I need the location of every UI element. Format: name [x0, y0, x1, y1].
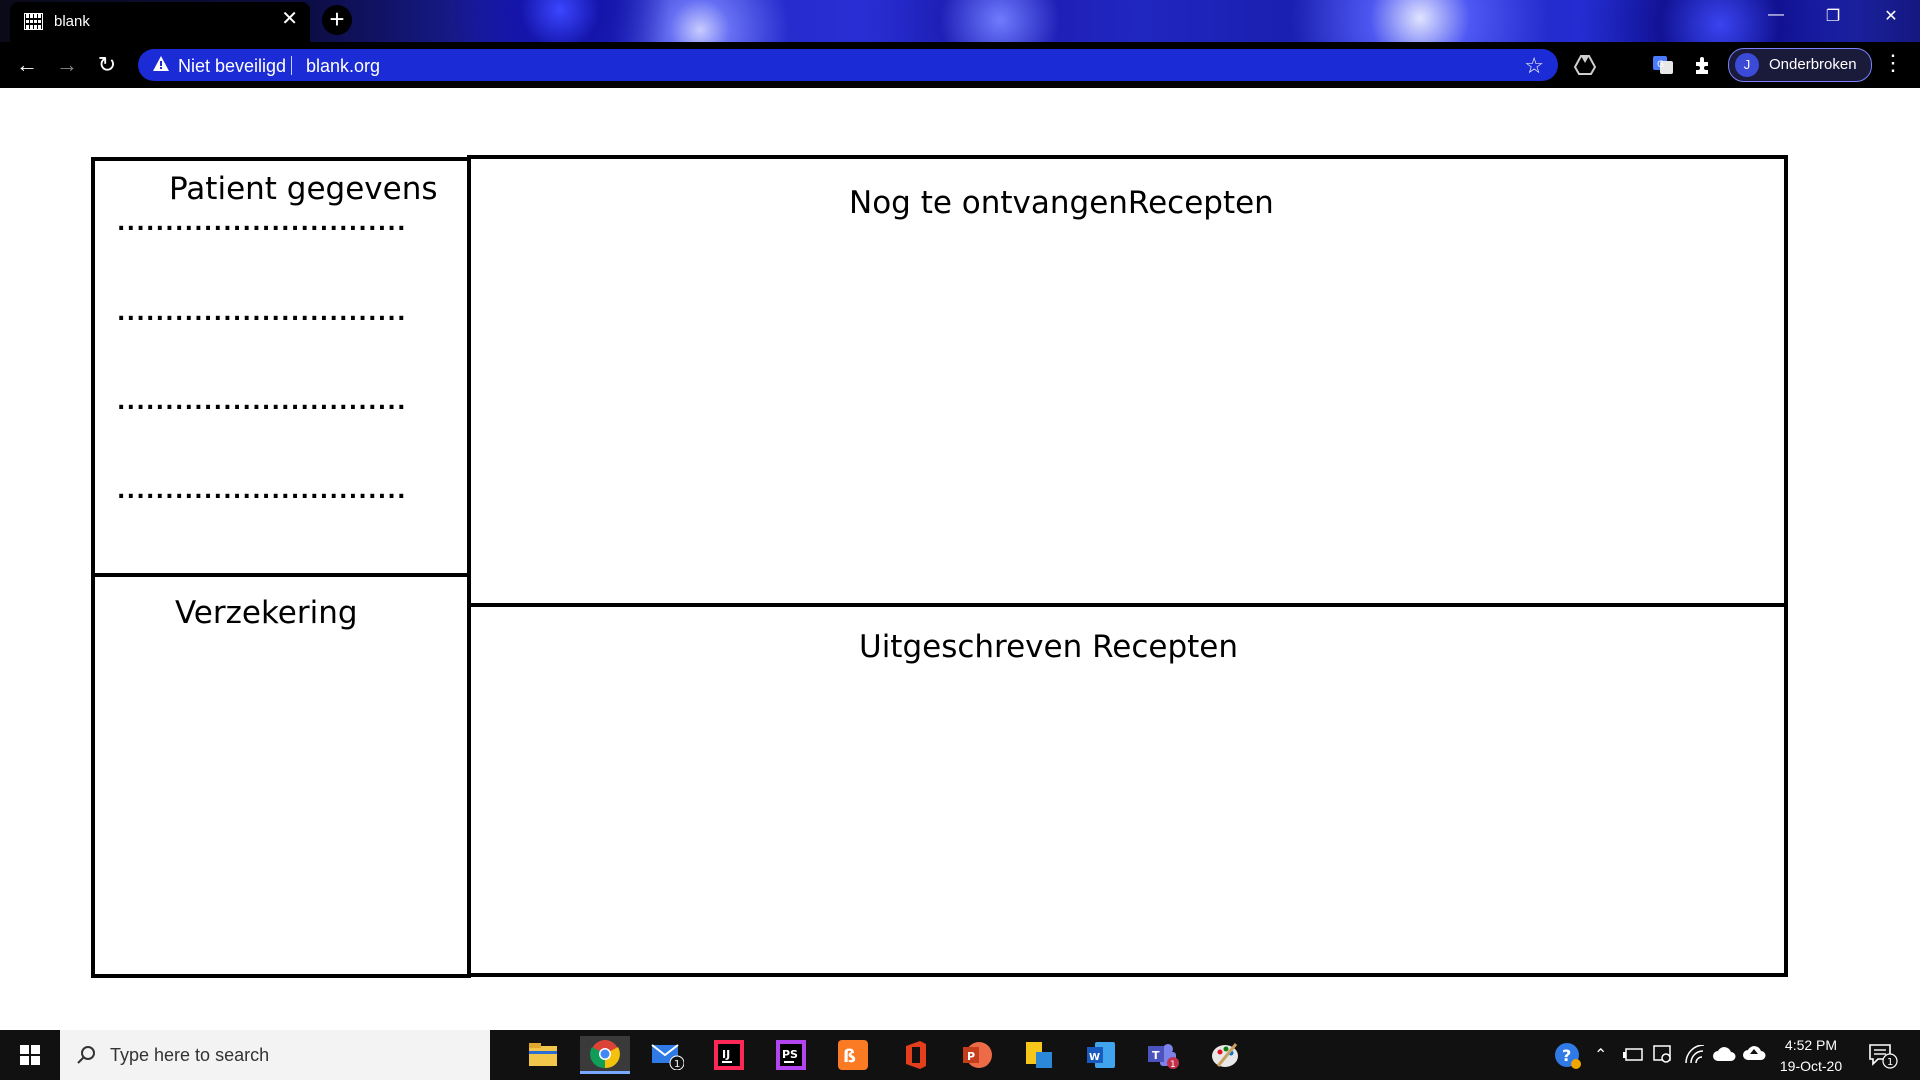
- pending-prescriptions-title: Nog te ontvangenRecepten: [849, 185, 1274, 221]
- avatar: J: [1735, 53, 1759, 77]
- browser-tab[interactable]: blank ✕: [10, 2, 310, 42]
- svg-text:T: T: [1152, 1049, 1160, 1062]
- tab-strip: blank ✕ + — ❐ ✕: [0, 0, 1920, 42]
- address-bar[interactable]: Niet beveiligd blank.org ☆: [138, 49, 1558, 81]
- security-status[interactable]: Niet beveiligd: [178, 56, 286, 77]
- windows-start-icon[interactable]: [20, 1045, 40, 1065]
- notification-count: 1: [1887, 1057, 1893, 1068]
- show-hidden-icons-icon[interactable]: ⌃: [1594, 1045, 1607, 1065]
- google-drive-icon[interactable]: [1573, 53, 1597, 77]
- windows-taskbar: Type here to search 1 IJ PS ß P W T1 ? ⌃: [0, 1030, 1920, 1080]
- warning-triangle-icon[interactable]: [152, 55, 170, 73]
- bookmark-star-icon[interactable]: ☆: [1524, 53, 1544, 79]
- browser-toolbar: ← → ↻ Niet beveiligd blank.org ☆ G J Ond…: [0, 42, 1920, 88]
- patient-field-line-1: ..............................: [117, 211, 407, 236]
- sticky-files-icon[interactable]: [1014, 1036, 1064, 1074]
- written-prescriptions-panel: Uitgeschreven Recepten: [467, 603, 1788, 977]
- svg-text:G: G: [1657, 60, 1664, 70]
- chrome-icon[interactable]: [580, 1036, 630, 1074]
- patient-field-line-2: ..............................: [117, 301, 407, 326]
- profile-status: Onderbroken: [1769, 56, 1857, 73]
- svg-text:ß: ß: [843, 1046, 856, 1067]
- new-tab-button[interactable]: +: [322, 5, 352, 35]
- search-icon: [77, 1046, 95, 1064]
- page-favicon-icon: [24, 13, 43, 30]
- cloud-upload-icon[interactable]: [1742, 1044, 1766, 1062]
- close-window-button[interactable]: ✕: [1876, 6, 1906, 26]
- patient-field-line-3: ..............................: [117, 390, 407, 415]
- clock-time: 4:52 PM: [1784, 1037, 1838, 1053]
- back-button[interactable]: ←: [14, 52, 40, 78]
- patient-panel: Patient gegevens .......................…: [91, 157, 471, 577]
- svg-text:IJ: IJ: [722, 1048, 730, 1061]
- word-icon[interactable]: W: [1076, 1036, 1126, 1074]
- onedrive-cloud-icon[interactable]: [1712, 1046, 1736, 1062]
- browser-menu-icon[interactable]: ⋮: [1882, 50, 1904, 76]
- notification-center-icon[interactable]: 1: [1868, 1043, 1898, 1069]
- restore-button[interactable]: ❐: [1818, 6, 1848, 26]
- extensions-puzzle-icon[interactable]: [1692, 53, 1716, 77]
- profile-button[interactable]: J Onderbroken: [1728, 48, 1872, 82]
- office-icon[interactable]: [890, 1036, 940, 1074]
- wifi-icon[interactable]: [1684, 1045, 1706, 1065]
- written-prescriptions-title: Uitgeschreven Recepten: [859, 629, 1238, 665]
- svg-text:W: W: [1089, 1052, 1100, 1063]
- powerpoint-icon[interactable]: P: [952, 1036, 1002, 1074]
- svg-text:?: ?: [1562, 1046, 1571, 1065]
- teams-badge: 1: [1170, 1060, 1176, 1070]
- mail-icon[interactable]: 1: [642, 1036, 692, 1074]
- svg-text:P: P: [967, 1050, 975, 1063]
- tab-close-icon[interactable]: ✕: [281, 9, 298, 29]
- help-icon[interactable]: ?: [1554, 1042, 1582, 1070]
- system-clock[interactable]: 4:52 PM 19-Oct-20: [1770, 1035, 1852, 1077]
- patient-field-line-4: ..............................: [117, 479, 407, 504]
- omnibox-separator: [291, 56, 292, 75]
- insurance-panel: Verzekering: [91, 573, 471, 978]
- display-settings-icon[interactable]: [1652, 1044, 1674, 1066]
- forward-button[interactable]: →: [54, 52, 80, 78]
- intellij-icon[interactable]: IJ: [704, 1036, 754, 1074]
- xampp-icon[interactable]: ß: [828, 1036, 878, 1074]
- tab-title: blank: [54, 13, 90, 30]
- phpstorm-icon[interactable]: PS: [766, 1036, 816, 1074]
- insurance-title: Verzekering: [175, 595, 358, 631]
- clock-date: 19-Oct-20: [1779, 1058, 1843, 1074]
- minimize-button[interactable]: —: [1761, 6, 1791, 24]
- svg-text:PS: PS: [782, 1048, 798, 1061]
- url-text[interactable]: blank.org: [306, 56, 380, 77]
- pending-prescriptions-panel: Nog te ontvangenRecepten: [467, 155, 1788, 608]
- device-icon[interactable]: [1622, 1046, 1644, 1064]
- taskbar-search-input[interactable]: Type here to search: [60, 1030, 490, 1080]
- translate-icon[interactable]: G: [1651, 53, 1675, 77]
- teams-icon[interactable]: T1: [1138, 1036, 1188, 1074]
- paint-icon[interactable]: [1200, 1036, 1250, 1074]
- patient-title: Patient gegevens: [169, 171, 438, 207]
- mail-badge: 1: [674, 1059, 680, 1070]
- reload-button[interactable]: ↻: [94, 52, 120, 78]
- file-explorer-icon[interactable]: [518, 1036, 568, 1074]
- search-placeholder: Type here to search: [110, 1045, 270, 1065]
